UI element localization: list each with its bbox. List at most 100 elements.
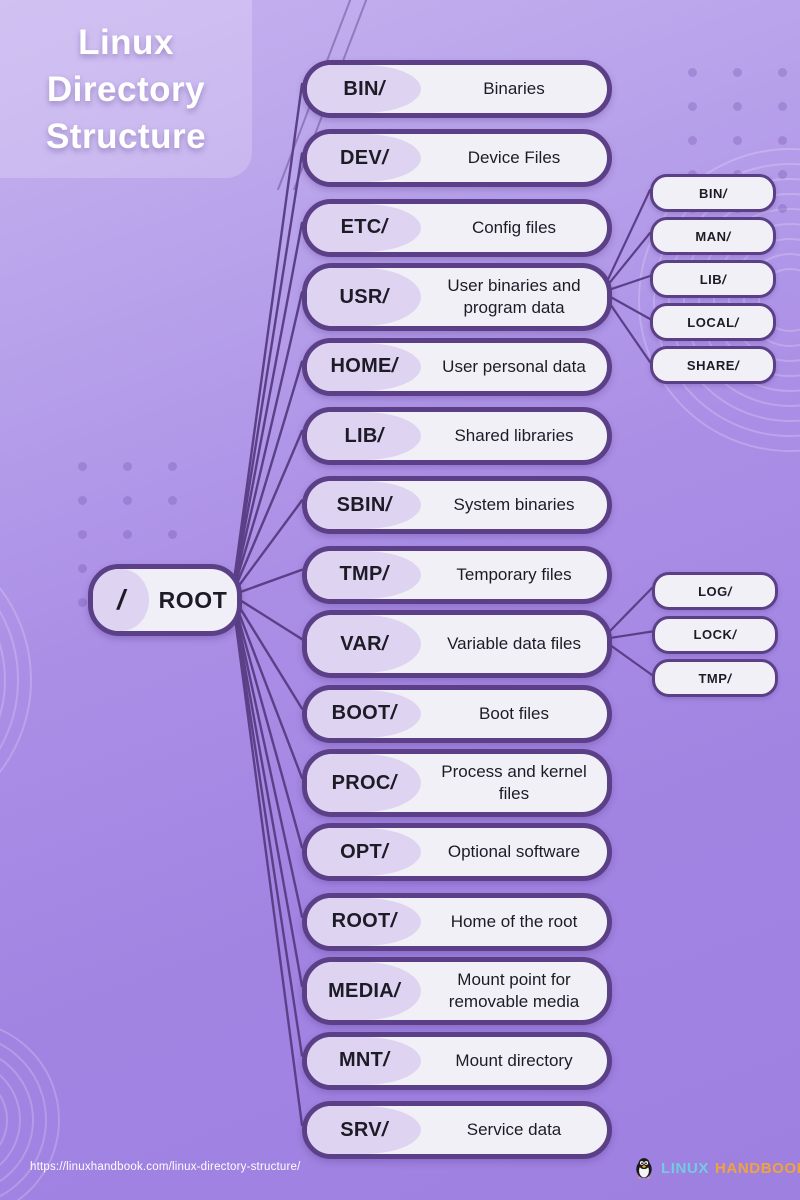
subdirectory-key-text: LOCK <box>693 627 733 642</box>
subdirectory-key-slash: / <box>732 627 737 642</box>
directory-pill-description: Device Files <box>467 148 561 168</box>
directory-pill-key: BIN / <box>307 65 421 113</box>
directory-pill-opt[interactable]: OPT / Optional software <box>302 823 612 882</box>
title-line-3: Structure <box>45 116 207 156</box>
directory-pill-lib[interactable]: LIB / Shared libraries <box>302 407 612 465</box>
directory-pill-proc[interactable]: PROC / Process and kernel files <box>302 749 612 817</box>
brand-handbook-text: HANDBOOK <box>715 1159 800 1177</box>
directory-key-text: USR <box>339 285 383 308</box>
directory-key-slash: / <box>377 424 384 447</box>
directory-pill-media[interactable]: MEDIA / Mount point for removable media <box>302 957 612 1026</box>
directory-pill-root[interactable]: ROOT / Home of the root <box>302 892 612 951</box>
directory-pill-key: USR / <box>307 268 421 327</box>
subdirectory-key-slash: / <box>726 228 731 244</box>
directory-key-slash: / <box>382 563 389 586</box>
directory-key-text: MEDIA <box>328 979 395 1002</box>
subdirectory-key-slash: / <box>727 670 732 686</box>
directory-key-text: VAR <box>340 632 382 655</box>
directory-pill-description: User personal data <box>442 356 586 376</box>
brand-linux-text: LINUX <box>661 1159 709 1177</box>
directory-pill-description: Mount directory <box>455 1050 573 1070</box>
directory-key-slash: / <box>390 910 397 933</box>
subdirectory-key-text: LOCAL <box>687 314 735 330</box>
directory-pill-mnt[interactable]: MNT / Mount directory <box>302 1031 612 1090</box>
title-line-2: Directory <box>46 69 206 109</box>
subdirectory-key-slash: / <box>734 314 739 330</box>
directory-key-slash: / <box>381 632 388 655</box>
directory-key-text: PROC <box>331 771 391 794</box>
directory-key-text: ETC <box>340 216 382 239</box>
directory-pill-usr[interactable]: USR / User binaries and program data <box>302 263 612 332</box>
directory-key-slash: / <box>390 771 397 794</box>
directory-pill-key: ROOT / <box>307 897 421 946</box>
subdirectory-pill-lib[interactable]: LIB / <box>650 260 776 298</box>
directory-key-text: SBIN <box>336 493 386 516</box>
directory-pill-sbin[interactable]: SBIN / System binaries <box>302 476 612 535</box>
subdirectory-pill-bin[interactable]: BIN / <box>650 174 776 212</box>
directory-key-slash: / <box>394 979 400 1002</box>
directory-pill-key: PROC / <box>307 754 421 812</box>
directory-key-text: BOOT <box>331 702 391 725</box>
directory-pill-boot[interactable]: BOOT / Boot files <box>302 684 612 743</box>
directory-pill-home[interactable]: HOME / User personal data <box>302 337 612 396</box>
directory-pill-etc[interactable]: ETC / Config files <box>302 198 612 257</box>
directory-pill-tmp[interactable]: TMP / Temporary files <box>302 545 612 604</box>
subdirectory-pill-lock[interactable]: LOCK / <box>652 615 778 654</box>
directory-pill-key: MEDIA / <box>307 962 421 1021</box>
directory-key-slash: / <box>382 285 389 308</box>
subdirectory-key-slash: / <box>734 357 740 373</box>
directory-pill-key: MNT / <box>307 1036 421 1085</box>
root-label: ROOT <box>158 586 228 613</box>
directory-pill-description: Boot files <box>479 703 549 723</box>
directory-pill-key: OPT / <box>307 828 421 877</box>
penguin-icon <box>636 1158 652 1179</box>
subdirectory-pill-man[interactable]: MAN / <box>650 217 776 255</box>
directory-pill-description: Service data <box>466 1120 562 1139</box>
subdirectory-key-slash: / <box>727 583 732 599</box>
directory-pill-description: Process and kernel files <box>441 762 587 803</box>
subdirectory-key-text: BIN <box>698 185 723 201</box>
directory-key-slash: / <box>382 840 388 863</box>
directory-key-text: OPT <box>340 840 383 863</box>
directory-pill-description: Temporary files <box>456 564 572 584</box>
directory-key-text: MNT <box>338 1049 384 1072</box>
page-title: Linux Directory Structure <box>0 0 252 178</box>
directory-pill-key: DEV / <box>307 134 421 183</box>
directory-key-slash: / <box>378 77 385 100</box>
subdirectory-key-text: LIB <box>699 271 723 287</box>
directory-pill-description: Shared libraries <box>454 426 574 445</box>
subdirectory-key-slash: / <box>722 185 727 201</box>
footer-url[interactable]: https://linuxhandbook.com/linux-director… <box>30 1161 301 1173</box>
directory-key-text: DEV <box>340 146 383 169</box>
directory-pill-key: BOOT / <box>307 689 421 738</box>
subdirectory-pill-tmp[interactable]: TMP / <box>652 659 778 697</box>
directory-pill-description: Binaries <box>483 79 545 98</box>
subdirectory-key-text: LOG <box>698 583 728 599</box>
directory-key-slash: / <box>381 216 388 239</box>
directory-key-slash: / <box>381 1118 388 1141</box>
directory-key-slash: / <box>391 355 398 378</box>
brand-logo[interactable]: LINUX HANDBOOK <box>633 1157 800 1179</box>
subdirectory-key-slash: / <box>722 271 727 287</box>
node-root[interactable]: / ROOT <box>88 564 242 636</box>
directory-pill-key: SBIN / <box>307 481 421 530</box>
subdirectory-pill-local[interactable]: LOCAL / <box>650 303 776 341</box>
directory-pill-description: Optional software <box>447 842 581 862</box>
directory-pill-srv[interactable]: SRV / Service data <box>302 1101 612 1159</box>
directory-pill-description: Mount point for removable media <box>448 970 580 1012</box>
subdirectory-pill-share[interactable]: SHARE / <box>650 346 776 384</box>
directory-pill-description: Variable data files <box>447 634 581 654</box>
directory-key-text: ROOT <box>331 910 391 933</box>
directory-pill-var[interactable]: VAR / Variable data files <box>302 610 612 679</box>
subdirectory-key-text: MAN <box>695 228 727 244</box>
root-slash: / <box>93 569 149 631</box>
directory-pill-bin[interactable]: BIN / Binaries <box>302 60 612 118</box>
title-line-1: Linux <box>78 22 174 62</box>
directory-key-slash: / <box>382 146 388 169</box>
directory-key-slash: / <box>383 1049 390 1072</box>
directory-key-slash: / <box>385 493 392 516</box>
directory-pill-dev[interactable]: DEV / Device Files <box>302 129 612 188</box>
subdirectory-key-text: TMP <box>698 670 728 686</box>
subdirectory-pill-log[interactable]: LOG / <box>652 572 778 610</box>
directory-key-text: HOME <box>330 355 392 378</box>
